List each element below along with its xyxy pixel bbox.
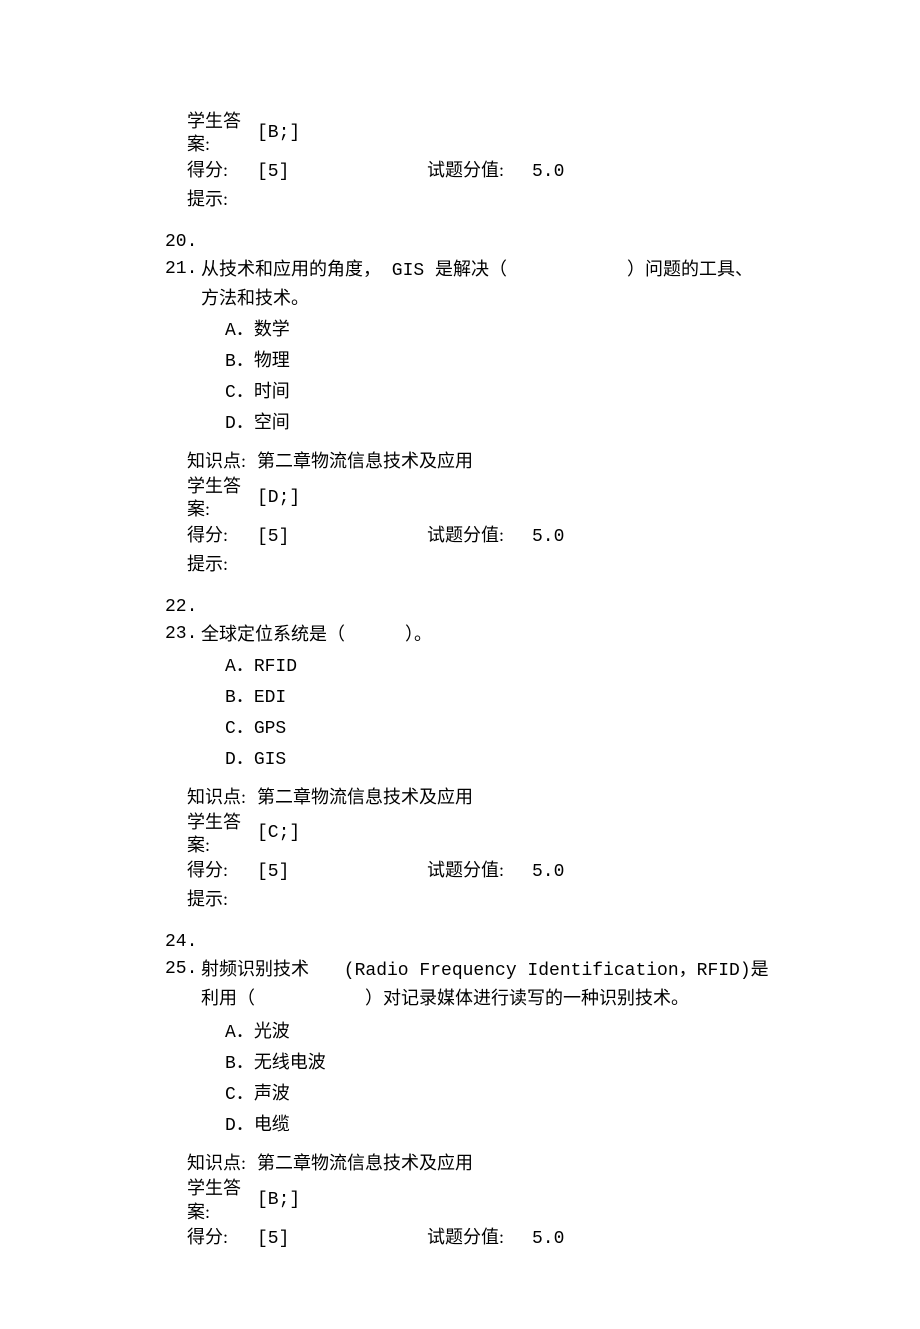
q23-options: A．RFID B．EDI C．GPS D．GIS [225, 652, 770, 774]
q23-text-b: ）。 [405, 624, 432, 644]
q25-option-c: C．声波 [225, 1080, 770, 1109]
q21-option-d: D．空间 [225, 409, 770, 438]
q23-opt-b-text: EDI [254, 688, 286, 708]
q23-text: 全球定位系统是（ ）。 [201, 621, 770, 648]
q21-option-b: B．物理 [225, 347, 770, 376]
q25-text-a: 射频识别技术 [201, 959, 309, 979]
knowledge-label: 知识点: [187, 1150, 257, 1177]
score-label: 得分: [187, 1224, 257, 1251]
q25-opt-c-text: 声波 [254, 1083, 290, 1103]
q21-points: 5.0 [532, 524, 564, 551]
q25-number: 25. [165, 956, 201, 1014]
q21-number: 21. [165, 256, 201, 312]
q21-opt-a-text: 数学 [254, 319, 290, 339]
q25-opt-b-text: 无线电波 [254, 1052, 326, 1072]
q23-answer: [C;] [257, 820, 300, 847]
q19-points: 5.0 [532, 159, 564, 186]
q22-number: 22. [165, 594, 770, 621]
q21-options: A．数学 B．物理 C．时间 D．空间 [225, 316, 770, 438]
q23-option-d: D．GIS [225, 745, 770, 774]
q19-meta: 学生答案: [B;] 得分: [5] 试题分值: 5.0 提示: [187, 110, 770, 213]
q25-opt-a-text: 光波 [254, 1021, 290, 1041]
q19-answer: [B;] [257, 120, 300, 147]
q25-knowledge: 第二章物流信息技术及应用 [257, 1150, 473, 1177]
q23-text-a: 全球定位系统是（ [201, 624, 345, 644]
q25-option-a: A．光波 [225, 1018, 770, 1047]
q21-meta: 知识点: 第二章物流信息技术及应用 学生答案: [D;] 得分: [5] 试题分… [187, 448, 770, 578]
q23-number: 23. [165, 621, 201, 648]
q21-text-a: 从技术和应用的角度， [201, 259, 381, 279]
hint-label: 提示: [187, 186, 770, 213]
q21-opt-d-text: 空间 [254, 412, 290, 432]
points-label: 试题分值: [427, 1224, 532, 1251]
q23-opt-a-text: RFID [254, 657, 297, 677]
student-answer-label: 学生答案: [187, 811, 257, 858]
hint-label: 提示: [187, 551, 770, 578]
score-label: 得分: [187, 522, 257, 549]
q23-opt-c-text: GPS [254, 719, 286, 739]
q21-option-a: A．数学 [225, 316, 770, 345]
points-label: 试题分值: [427, 157, 532, 184]
q25-answer: [B;] [257, 1187, 300, 1214]
q25-options: A．光波 B．无线电波 C．声波 D．电缆 [225, 1018, 770, 1140]
q23: 23. 全球定位系统是（ ）。 [165, 621, 770, 648]
score-label: 得分: [187, 857, 257, 884]
student-answer-label: 学生答案: [187, 475, 257, 522]
q21-answer: [D;] [257, 485, 300, 512]
q21-opt-b-text: 物理 [254, 350, 290, 370]
q23-opt-d-text: GIS [254, 750, 286, 770]
student-answer-label: 学生答案: [187, 110, 257, 157]
q25-meta: 知识点: 第二章物流信息技术及应用 学生答案: [B;] 得分: [5] 试题分… [187, 1150, 770, 1253]
hint-label: 提示: [187, 886, 770, 913]
q23-option-c: C．GPS [225, 714, 770, 743]
q25: 25. 射频识别技术 (Radio Frequency Identificati… [165, 956, 770, 1014]
q23-option-b: B．EDI [225, 683, 770, 712]
q23-meta: 知识点: 第二章物流信息技术及应用 学生答案: [C;] 得分: [5] 试题分… [187, 784, 770, 914]
q23-knowledge: 第二章物流信息技术及应用 [257, 784, 473, 811]
q19-score: [5] [257, 159, 427, 186]
q21-score: [5] [257, 524, 427, 551]
q20-number: 20. [165, 229, 770, 256]
score-label: 得分: [187, 157, 257, 184]
knowledge-label: 知识点: [187, 784, 257, 811]
q21-knowledge: 第二章物流信息技术及应用 [257, 448, 473, 475]
q21-text-b: GIS 是解决（ [381, 261, 507, 281]
q21-text: 从技术和应用的角度， GIS 是解决（）问题的工具、方法和技术。 [201, 256, 770, 312]
q21: 21. 从技术和应用的角度， GIS 是解决（）问题的工具、方法和技术。 [165, 256, 770, 312]
q21-opt-c-text: 时间 [254, 381, 290, 401]
q23-points: 5.0 [532, 859, 564, 886]
q25-points: 5.0 [532, 1226, 564, 1253]
q21-option-c: C．时间 [225, 378, 770, 407]
student-answer-label: 学生答案: [187, 1177, 257, 1224]
q25-option-b: B．无线电波 [225, 1049, 770, 1078]
knowledge-label: 知识点: [187, 448, 257, 475]
page: 学生答案: [B;] 得分: [5] 试题分值: 5.0 提示: 20. 21.… [0, 0, 920, 1329]
q24-number: 24. [165, 929, 770, 956]
q25-text-c: ）对记录媒体进行读写的一种识别技术。 [365, 988, 689, 1008]
q23-option-a: A．RFID [225, 652, 770, 681]
q23-score: [5] [257, 859, 427, 886]
q25-text: 射频识别技术 (Radio Frequency Identification，R… [201, 956, 770, 1014]
points-label: 试题分值: [427, 857, 532, 884]
q25-option-d: D．电缆 [225, 1111, 770, 1140]
q25-score: [5] [257, 1226, 427, 1253]
points-label: 试题分值: [427, 522, 532, 549]
q25-opt-d-text: 电缆 [254, 1114, 290, 1134]
